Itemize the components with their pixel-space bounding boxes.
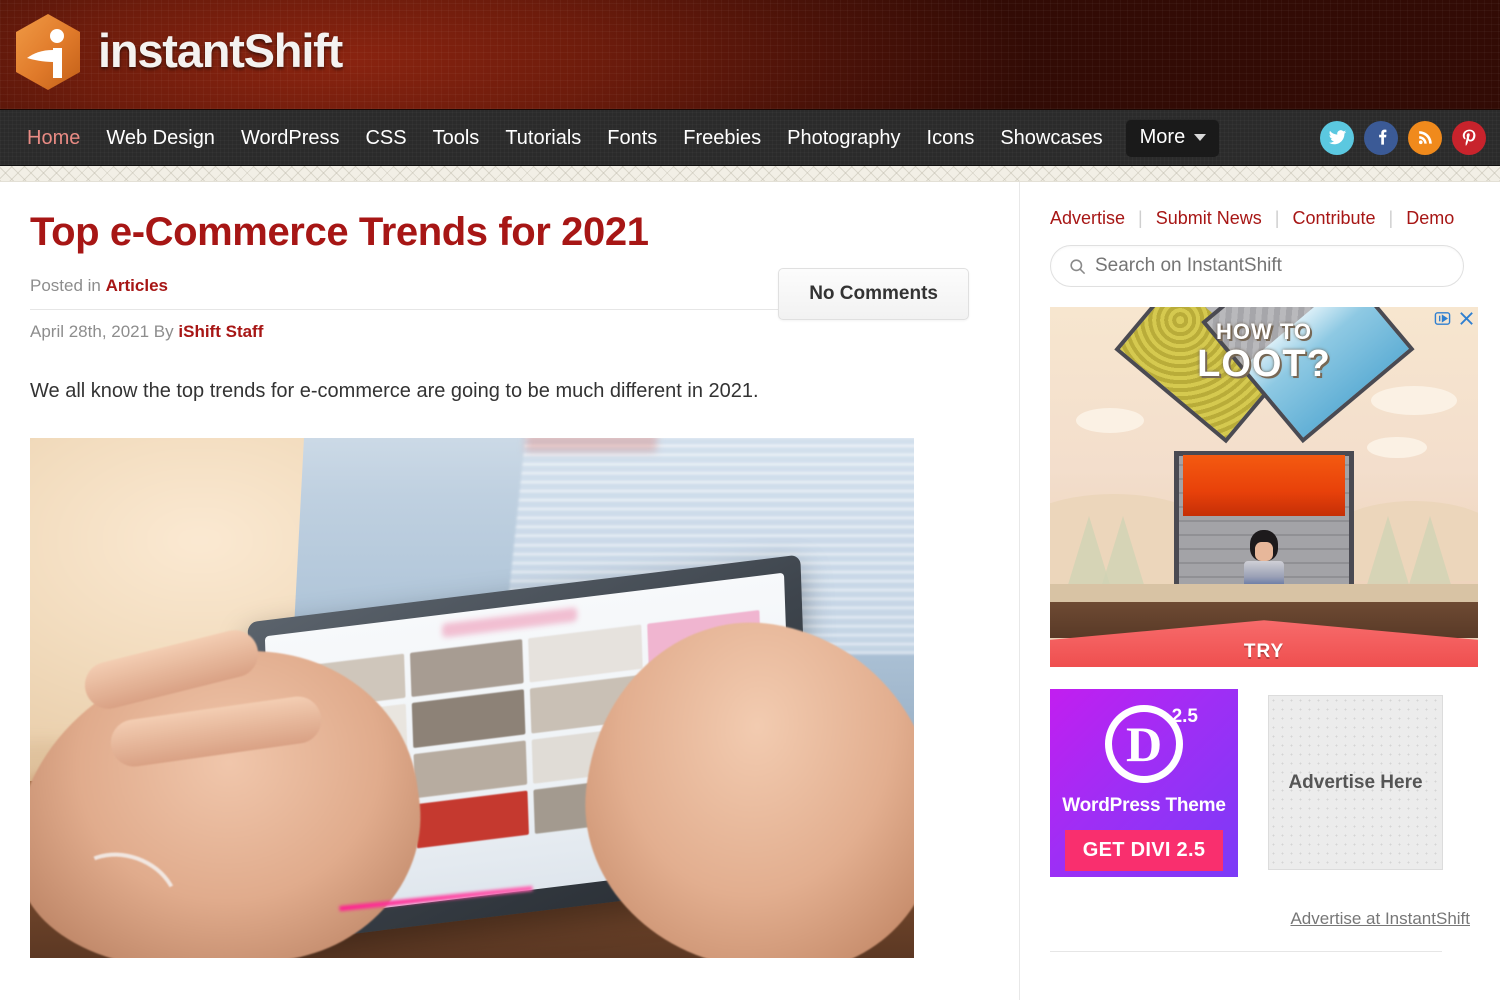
twitter-icon[interactable] <box>1320 120 1354 155</box>
ad-tree-2 <box>1101 515 1146 588</box>
nav-item-home[interactable]: Home <box>14 120 93 156</box>
sidebar-link-advertise[interactable]: Advertise <box>1050 208 1125 229</box>
site-logo-text: instantShift <box>98 23 343 77</box>
main-content: Top e-Commerce Trends for 2021 Posted in… <box>0 182 1020 1000</box>
ad-cloud-3 <box>1366 436 1427 459</box>
ad-controls <box>1434 310 1475 332</box>
nav-item-showcases[interactable]: Showcases <box>987 120 1115 156</box>
posted-in: Posted in Articles <box>30 276 790 310</box>
texture-divider <box>0 166 1500 182</box>
sidebar-link-contribute[interactable]: Contribute <box>1292 208 1375 229</box>
ad-headline: HOW TO LOOT? <box>1050 319 1478 386</box>
social-links <box>1320 120 1486 155</box>
facebook-icon[interactable] <box>1364 120 1398 155</box>
rss-icon[interactable] <box>1408 120 1442 155</box>
article-meta: Posted in Articles April 28th, 2021 By i… <box>30 268 989 342</box>
search-icon <box>1068 257 1087 276</box>
nav-more-label: More <box>1139 125 1186 148</box>
author-link[interactable]: iShift Staff <box>178 322 263 341</box>
close-icon[interactable] <box>1458 310 1475 332</box>
pinterest-icon[interactable] <box>1452 120 1486 155</box>
chevron-down-icon <box>1194 133 1207 141</box>
ad-ground <box>1050 584 1478 603</box>
nav-item-freebies[interactable]: Freebies <box>670 120 774 156</box>
ad-cloud-2 <box>1371 386 1457 415</box>
advertise-here-slot[interactable]: Advertise Here <box>1268 695 1443 870</box>
ad-knight-face <box>1254 542 1274 562</box>
article-date: April 28th, 2021 By <box>30 322 174 341</box>
ad-try-label: TRY <box>1243 641 1285 662</box>
advertise-link-row: Advertise at InstantShift <box>1050 909 1486 929</box>
site-logo[interactable]: instantShift <box>12 12 343 92</box>
ad-cloud-1 <box>1075 407 1145 433</box>
nav-item-tutorials[interactable]: Tutorials <box>492 120 594 156</box>
search-input[interactable] <box>1095 255 1463 277</box>
nav-item-tools[interactable]: Tools <box>420 120 493 156</box>
nav-item-photography[interactable]: Photography <box>774 120 913 156</box>
link-separator: | <box>1274 208 1280 228</box>
divi-logo-icon: D 2.5 <box>1105 705 1198 783</box>
photo-laptop-highlight <box>525 438 658 453</box>
search-box[interactable] <box>1050 245 1464 287</box>
page-title: Top e-Commerce Trends for 2021 <box>30 210 649 254</box>
sidebar-link-demo[interactable]: Demo <box>1406 208 1454 229</box>
category-link[interactable]: Articles <box>106 276 168 295</box>
posted-in-label: Posted in <box>30 276 101 295</box>
article-intro: We all know the top trends for e-commerc… <box>30 380 759 402</box>
nav-item-web-design[interactable]: Web Design <box>93 120 228 156</box>
sidebar-promo-row: D 2.5 WordPress Theme GET DIVI 2.5 Adver… <box>1050 689 1486 877</box>
sidebar-divider <box>1050 951 1442 952</box>
sidebar: Advertise | Submit News | Contribute | D… <box>1020 182 1500 1000</box>
nav-item-css[interactable]: CSS <box>352 120 419 156</box>
hexagon-i-logo-icon <box>12 12 84 92</box>
main-navigation: Home Web Design WordPress CSS Tools Tuto… <box>0 110 1500 166</box>
ad-headline-line1: HOW TO <box>1215 319 1313 345</box>
divi-ad[interactable]: D 2.5 WordPress Theme GET DIVI 2.5 <box>1050 689 1238 877</box>
comments-button[interactable]: No Comments <box>778 268 969 320</box>
nav-item-fonts[interactable]: Fonts <box>594 120 670 156</box>
game-ad-banner[interactable]: HOW TO LOOT? TRY <box>1050 307 1478 667</box>
site-header: instantShift <box>0 0 1500 110</box>
nav-more-dropdown[interactable]: More <box>1125 118 1220 157</box>
photo-tablet-header <box>441 606 578 638</box>
link-separator: | <box>1138 208 1143 228</box>
divi-version: 2.5 <box>1171 706 1198 727</box>
link-separator: | <box>1388 208 1394 228</box>
adchoices-icon[interactable] <box>1434 310 1451 332</box>
advertise-at-instantshift-link[interactable]: Advertise at InstantShift <box>1290 909 1470 928</box>
ad-tree-4 <box>1365 515 1410 588</box>
nav-item-icons[interactable]: Icons <box>914 120 988 156</box>
article-featured-image <box>30 438 914 958</box>
ad-headline-line2: LOOT? <box>1197 343 1331 386</box>
divi-cta-button[interactable]: GET DIVI 2.5 <box>1064 830 1224 871</box>
page-body: Top e-Commerce Trends for 2021 Posted in… <box>0 182 1500 1000</box>
sidebar-link-submit-news[interactable]: Submit News <box>1156 208 1262 229</box>
ad-tree-3 <box>1408 515 1453 588</box>
sidebar-top-links: Advertise | Submit News | Contribute | D… <box>1050 208 1486 229</box>
divi-logo-letter: D <box>1125 716 1163 772</box>
nav-item-wordpress[interactable]: WordPress <box>228 120 353 156</box>
divi-subtitle: WordPress Theme <box>1062 795 1226 816</box>
ad-lava <box>1182 454 1346 516</box>
nav-items: Home Web Design WordPress CSS Tools Tuto… <box>14 118 1220 157</box>
